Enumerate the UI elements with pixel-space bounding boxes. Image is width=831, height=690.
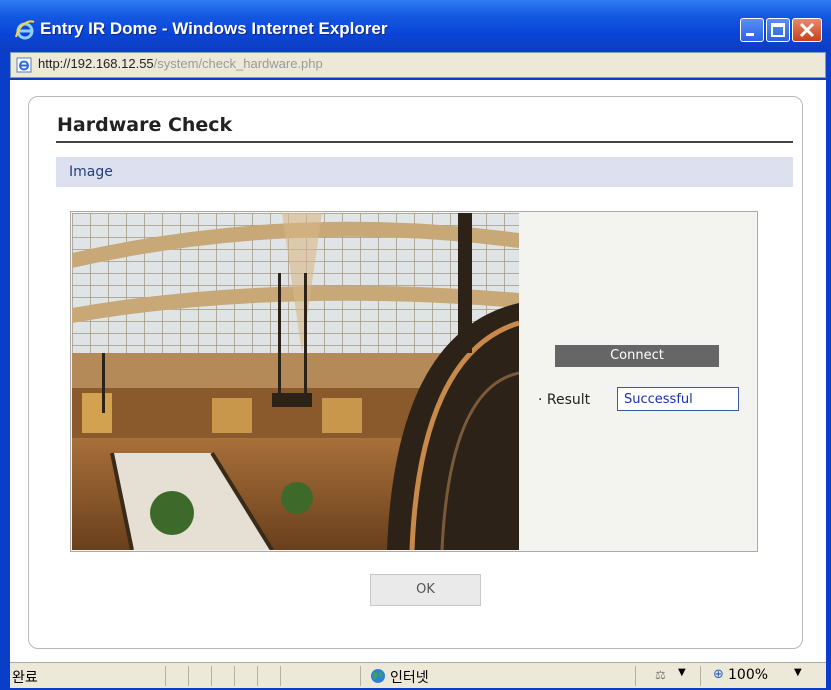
ok-button[interactable]: OK: [370, 574, 481, 606]
camera-snapshot-image: [72, 213, 519, 550]
minimize-icon: [746, 33, 754, 36]
close-icon: [799, 22, 815, 38]
window-frame-left: [0, 48, 10, 690]
status-divider: [211, 666, 212, 686]
section-label: Image: [69, 164, 113, 180]
image-check-box: Connect · Result Successful: [70, 211, 758, 552]
zone-text: 인터넷: [390, 670, 429, 686]
magnifier-icon[interactable]: ⊕: [713, 667, 724, 682]
status-divider: [234, 666, 235, 686]
status-divider: [257, 666, 258, 686]
address-host: http://192.168.12.55: [38, 56, 154, 71]
page-title: Hardware Check: [57, 114, 233, 136]
chevron-down-icon[interactable]: ▼: [678, 667, 686, 678]
status-divider: [700, 666, 701, 686]
ie-page-icon: [16, 57, 32, 73]
ie-logo-icon: [15, 20, 35, 40]
maximize-button[interactable]: [766, 18, 790, 42]
title-divider: [56, 141, 793, 143]
result-label: · Result: [538, 392, 591, 408]
window-title: Entry IR Dome - Windows Internet Explore…: [40, 19, 388, 38]
connect-button[interactable]: Connect: [555, 345, 719, 367]
status-divider: [280, 666, 281, 686]
globe-icon: [371, 669, 385, 683]
address-url[interactable]: http://192.168.12.55/system/check_hardwa…: [38, 56, 323, 71]
status-text: 완료: [12, 670, 38, 686]
status-divider: [360, 666, 361, 686]
page-content: Hardware Check Image Connect · Result Su…: [10, 80, 826, 662]
chevron-down-icon[interactable]: ▼: [794, 667, 802, 678]
hardware-check-panel: Hardware Check Image Connect · Result Su…: [28, 96, 803, 649]
zoom-level[interactable]: 100%: [728, 667, 768, 683]
section-header: Image: [56, 157, 793, 187]
status-divider: [635, 666, 636, 686]
window-frame-right: [826, 48, 831, 690]
status-divider: [165, 666, 166, 686]
address-bar[interactable]: http://192.168.12.55/system/check_hardwa…: [10, 52, 826, 78]
minimize-button[interactable]: [740, 18, 764, 42]
close-button[interactable]: [792, 18, 822, 42]
lock-icon[interactable]: ⚖: [655, 668, 666, 682]
title-bar[interactable]: Entry IR Dome - Windows Internet Explore…: [0, 0, 831, 48]
status-bar: 완료 인터넷 ⚖ ▼ ⊕ 100% ▼: [10, 662, 826, 688]
maximize-icon: [771, 23, 785, 37]
status-divider: [188, 666, 189, 686]
address-path: /system/check_hardware.php: [153, 56, 323, 71]
result-field: Successful: [617, 387, 739, 411]
